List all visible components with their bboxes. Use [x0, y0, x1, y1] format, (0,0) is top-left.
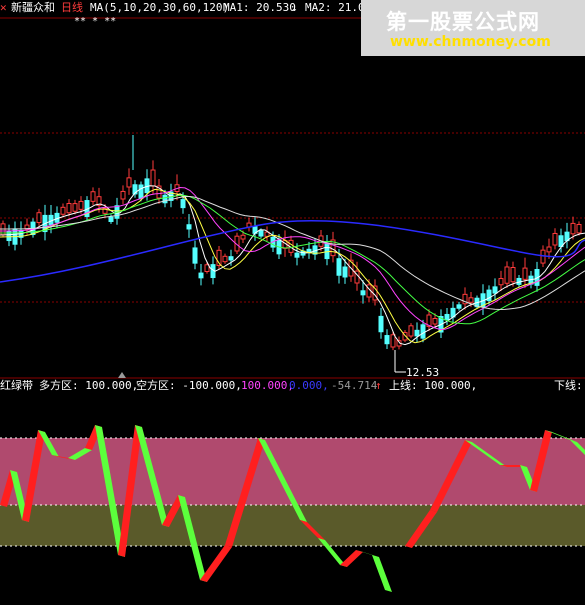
stock-chart-window: ✕ 新疆众和 日线 MA(5,10,20,30,60,120) MA1: 20.…: [0, 0, 585, 605]
red-ribbon-segment: [340, 550, 363, 567]
indicator-name: 红绿带: [0, 379, 33, 392]
watermark-url: www.chnmoney.com: [390, 34, 551, 50]
long-zone-label: 多方区: 100.000,: [39, 379, 139, 392]
panel-divider-marker: [118, 372, 126, 378]
watermark-title: 第一股票公式网: [386, 10, 540, 34]
red-ribbon-segment: [200, 545, 232, 582]
low-price-label: 12.53: [406, 366, 440, 379]
short-zone-label: 空方区: -100.000,: [136, 379, 242, 392]
indicator-value-1: 100.000,: [241, 379, 294, 392]
upper-line-label: 上线: 100.000,: [389, 379, 478, 392]
lower-line-label: 下线:: [554, 379, 583, 392]
olive-band: [0, 505, 585, 546]
indicator-arrow-icon: ↑: [375, 379, 382, 392]
ma-label: MA(5,10,20,30,60,120): [90, 1, 230, 14]
stock-name: 新疆众和: [11, 1, 55, 14]
indicator-value-2: 0.000,: [289, 379, 329, 392]
green-ribbon-segment: [372, 555, 392, 592]
ma1-arrow-icon: ↓: [291, 1, 298, 14]
period-label[interactable]: 日线: [61, 2, 83, 14]
star-markers: ** * **: [74, 16, 117, 27]
indicator-value-3: -54.714: [331, 379, 378, 392]
close-icon[interactable]: ✕: [0, 2, 7, 14]
indicator-chart[interactable]: [0, 0, 585, 605]
ma1-label: MA1: 20.530: [223, 1, 296, 14]
